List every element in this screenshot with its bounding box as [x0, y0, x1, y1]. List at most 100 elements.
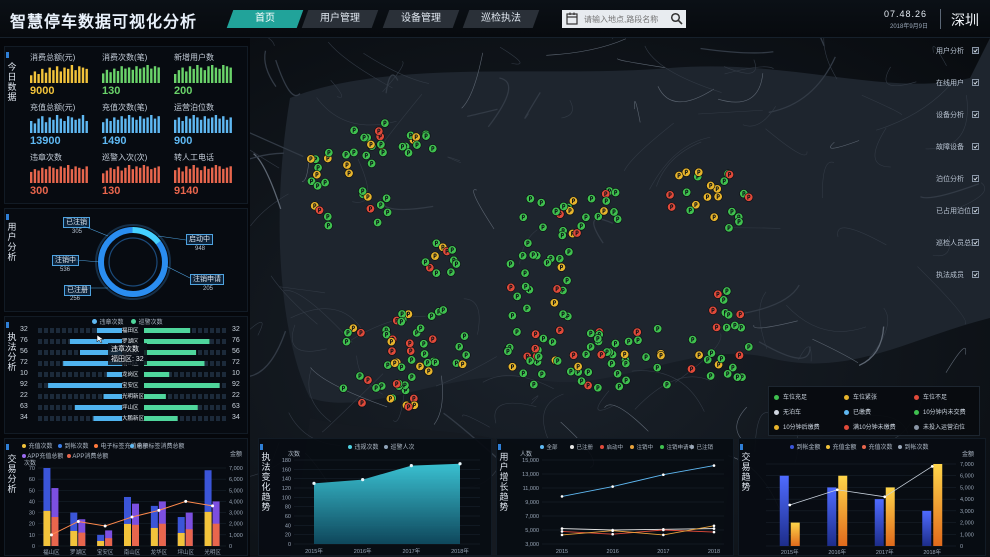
parking-marker-icon[interactable]: [713, 192, 723, 202]
right-menu-checkbox[interactable]: [972, 239, 979, 246]
parking-marker-icon[interactable]: [581, 212, 591, 222]
chart-legend-item[interactable]: 充值次数: [862, 441, 893, 451]
parking-marker-icon[interactable]: [730, 321, 740, 331]
parking-marker-icon[interactable]: [341, 150, 351, 160]
growth-point[interactable]: [611, 532, 614, 536]
trade-bar-arrive-base[interactable]: [78, 532, 86, 546]
growth-legend-item[interactable]: 注销申请中: [660, 441, 694, 451]
parking-marker-icon[interactable]: [621, 359, 631, 369]
parking-marker-icon[interactable]: [549, 298, 559, 308]
growth-point[interactable]: [560, 527, 564, 530]
parking-marker-icon[interactable]: [349, 147, 359, 157]
trade-line-point[interactable]: [130, 515, 134, 519]
parking-marker-icon[interactable]: [633, 335, 643, 345]
parking-marker-icon[interactable]: [358, 186, 368, 196]
parking-marker-icon[interactable]: [694, 167, 704, 177]
parking-marker-icon[interactable]: [537, 369, 547, 379]
trade-bar-recharge-base[interactable]: [124, 523, 131, 546]
parking-marker-icon[interactable]: [709, 212, 719, 222]
parking-marker-icon[interactable]: [564, 247, 574, 257]
parking-marker-icon[interactable]: [732, 372, 742, 382]
parking-marker-icon[interactable]: [724, 310, 734, 320]
parking-marker-icon[interactable]: [569, 350, 579, 360]
parking-marker-icon[interactable]: [583, 367, 593, 377]
trade2-bar-arrive[interactable]: [827, 487, 837, 546]
tab-device-management[interactable]: 设备管理: [382, 10, 460, 28]
trade-line-point[interactable]: [184, 499, 188, 503]
parking-marker-icon[interactable]: [722, 323, 732, 333]
right-menu-item[interactable]: 执法成员: [936, 270, 964, 280]
parking-marker-icon[interactable]: [613, 369, 623, 379]
trade2-bar-arrive[interactable]: [779, 475, 789, 546]
parking-marker-icon[interactable]: [407, 355, 417, 365]
trade2-bar-arrive[interactable]: [874, 499, 884, 546]
parking-marker-icon[interactable]: [601, 196, 611, 206]
parking-marker-icon[interactable]: [536, 198, 546, 208]
parking-marker-icon[interactable]: [428, 144, 438, 154]
growth-point[interactable]: [712, 464, 716, 467]
parking-marker-icon[interactable]: [708, 305, 718, 315]
parking-marker-icon[interactable]: [558, 309, 568, 319]
parking-marker-icon[interactable]: [520, 268, 530, 278]
trade-bar-arrive-base[interactable]: [185, 529, 193, 546]
parking-marker-icon[interactable]: [518, 251, 528, 261]
parking-marker-icon[interactable]: [712, 322, 722, 332]
parking-marker-icon[interactable]: [365, 204, 375, 214]
parking-marker-icon[interactable]: [373, 217, 383, 227]
map-legend-item[interactable]: 满10分钟未缴费: [844, 422, 896, 431]
parking-marker-icon[interactable]: [407, 372, 417, 382]
right-menu-item[interactable]: 在线用户: [936, 78, 964, 88]
growth-legend-item[interactable]: 已注销: [690, 441, 713, 451]
parking-marker-icon[interactable]: [706, 371, 716, 381]
parking-marker-icon[interactable]: [416, 323, 426, 333]
right-menu-item[interactable]: 故障设备: [936, 142, 964, 152]
parking-marker-icon[interactable]: [376, 200, 386, 210]
search-icon[interactable]: [670, 12, 683, 25]
parking-marker-icon[interactable]: [735, 309, 745, 319]
parking-marker-icon[interactable]: [390, 358, 400, 368]
parking-marker-icon[interactable]: [371, 383, 381, 393]
trade-bar-recharge-base[interactable]: [43, 510, 51, 546]
trade-bar-recharge-base[interactable]: [150, 527, 158, 546]
parking-marker-icon[interactable]: [320, 178, 330, 188]
parking-marker-icon[interactable]: [518, 368, 528, 378]
parking-marker-icon[interactable]: [530, 344, 540, 354]
parking-marker-icon[interactable]: [702, 192, 712, 202]
parking-marker-icon[interactable]: [685, 205, 695, 215]
parking-marker-icon[interactable]: [593, 334, 603, 344]
parking-marker-icon[interactable]: [606, 359, 616, 369]
right-menu-item[interactable]: 用户分析: [936, 46, 964, 56]
parking-marker-icon[interactable]: [312, 170, 322, 180]
parking-marker-icon[interactable]: [342, 160, 352, 170]
tab-user-management[interactable]: 用户管理: [301, 10, 379, 28]
parking-marker-icon[interactable]: [744, 192, 754, 202]
parking-marker-icon[interactable]: [503, 346, 513, 356]
parking-marker-icon[interactable]: [359, 133, 369, 143]
parking-marker-icon[interactable]: [521, 282, 531, 292]
parking-marker-icon[interactable]: [551, 206, 561, 216]
parking-marker-icon[interactable]: [556, 262, 566, 272]
growth-legend-item[interactable]: 启动中: [600, 441, 623, 451]
parking-marker-icon[interactable]: [525, 356, 535, 366]
map-legend-item[interactable]: 车位充足: [774, 392, 807, 401]
trade2-line-point[interactable]: [883, 495, 887, 499]
chart-legend-item[interactable]: 充值金额: [826, 441, 857, 451]
map-legend-item[interactable]: 车位紧张: [844, 392, 877, 401]
parking-marker-icon[interactable]: [341, 337, 351, 347]
parking-marker-icon[interactable]: [523, 238, 533, 248]
parking-marker-icon[interactable]: [392, 379, 402, 389]
parking-marker-icon[interactable]: [383, 207, 393, 217]
right-menu-item[interactable]: 已占用泊位: [936, 206, 971, 216]
parking-marker-icon[interactable]: [681, 167, 691, 177]
growth-point[interactable]: [560, 495, 564, 498]
parking-marker-icon[interactable]: [611, 188, 621, 198]
trade2-bar-recharge[interactable]: [790, 522, 800, 546]
trade-line-point[interactable]: [76, 519, 80, 523]
parking-marker-icon[interactable]: [538, 222, 548, 232]
parking-marker-icon[interactable]: [344, 168, 354, 178]
growth-legend-item[interactable]: 全部: [540, 441, 558, 451]
parking-marker-icon[interactable]: [512, 291, 522, 301]
parking-marker-icon[interactable]: [420, 257, 430, 267]
parking-marker-icon[interactable]: [338, 383, 348, 393]
parking-marker-icon[interactable]: [706, 181, 716, 191]
